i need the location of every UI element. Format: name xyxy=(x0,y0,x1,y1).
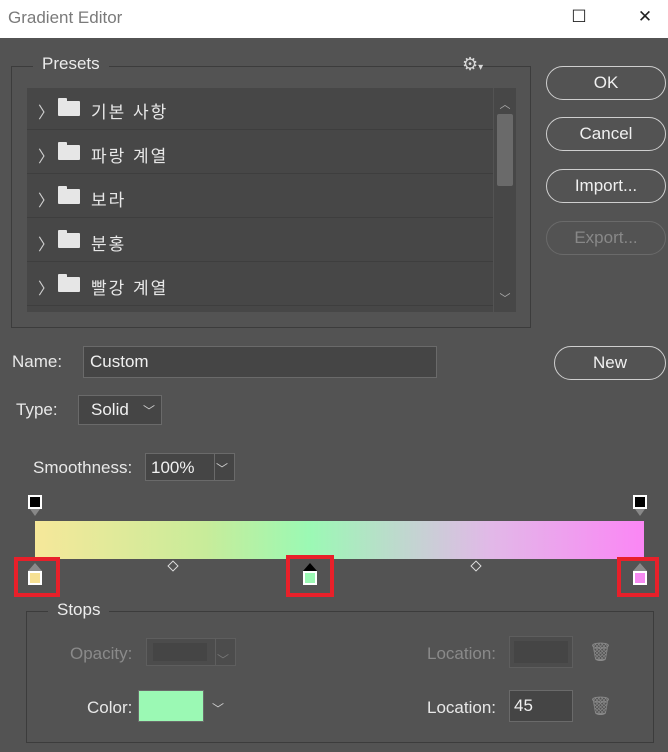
name-field[interactable]: Custom xyxy=(83,346,437,378)
midpoint-diamond[interactable] xyxy=(167,560,179,572)
highlight-box xyxy=(286,555,334,597)
preset-folder-label: 빨강 계열 xyxy=(91,279,169,298)
chevron-right-icon[interactable]: 〉 xyxy=(38,99,54,123)
preset-folder[interactable]: 〉 분홍 xyxy=(27,220,493,262)
restore-button[interactable]: ☐ xyxy=(556,0,602,34)
ok-button[interactable]: OK xyxy=(546,66,666,100)
folder-icon xyxy=(58,274,80,292)
smoothness-label: Smoothness: xyxy=(33,458,133,477)
chevron-down-icon[interactable]: ﹀ xyxy=(217,645,229,675)
chevron-right-icon[interactable]: 〉 xyxy=(38,231,54,255)
preset-folder-label: 파랑 계열 xyxy=(91,147,169,166)
preset-folder[interactable]: 〉 빨강 계열 xyxy=(27,264,493,306)
close-button[interactable]: ✕ xyxy=(622,0,668,34)
presets-label: Presets xyxy=(33,54,109,74)
stops-group xyxy=(26,611,654,743)
opacity-stop-right[interactable] xyxy=(633,495,647,516)
import-button[interactable]: Import... xyxy=(546,169,666,203)
preset-list[interactable]: 〉 기본 사항 〉 파랑 계열 〉 보라 〉 분홍 〉 빨강 계열 xyxy=(27,88,493,312)
preset-folder[interactable]: 〉 파랑 계열 xyxy=(27,132,493,174)
type-value: Solid xyxy=(91,400,129,419)
color-location-label: Location: xyxy=(427,698,496,717)
opacity-label: Opacity: xyxy=(70,644,133,663)
preset-folder[interactable]: 〉 보라 xyxy=(27,176,493,218)
scroll-up-icon[interactable]: ︿ xyxy=(497,96,513,112)
preset-folder-label: 기본 사항 xyxy=(91,103,169,122)
opacity-field[interactable]: ﹀ xyxy=(146,638,236,667)
color-swatch[interactable] xyxy=(138,690,204,722)
gear-icon[interactable]: ⚙▾ xyxy=(462,54,483,75)
color-label: Color: xyxy=(87,698,133,717)
opacity-location-field[interactable] xyxy=(509,636,573,668)
chevron-right-icon[interactable]: 〉 xyxy=(38,275,54,299)
preset-folder[interactable]: 〉 기본 사항 xyxy=(27,88,493,130)
chevron-right-icon[interactable]: 〉 xyxy=(38,187,54,211)
folder-icon xyxy=(58,186,80,204)
highlight-box xyxy=(14,557,60,597)
midpoint-diamond[interactable] xyxy=(470,560,482,572)
folder-icon xyxy=(58,142,80,160)
opacity-stop-left[interactable] xyxy=(28,495,42,516)
gradient-preview-bar[interactable] xyxy=(35,521,644,559)
smoothness-value[interactable]: 100% xyxy=(151,458,194,478)
chevron-right-icon[interactable]: 〉 xyxy=(38,143,54,167)
highlight-box xyxy=(617,557,659,597)
scroll-down-icon[interactable]: ﹀ xyxy=(497,290,513,306)
stops-label: Stops xyxy=(48,600,110,620)
type-dropdown[interactable]: Solid ﹀ xyxy=(78,395,162,425)
folder-icon xyxy=(58,230,80,248)
color-location-field[interactable]: 45 xyxy=(509,690,573,722)
cancel-button[interactable]: Cancel xyxy=(546,117,666,151)
preset-folder-label: 보라 xyxy=(91,191,127,210)
preset-folder-label: 분홍 xyxy=(91,235,127,254)
name-label: Name: xyxy=(12,352,63,371)
chevron-down-icon[interactable]: ﹀ xyxy=(212,700,224,717)
delete-opacity-stop-icon[interactable]: 🗑 xyxy=(589,642,612,663)
delete-color-stop-icon[interactable]: 🗑 xyxy=(589,696,612,717)
chevron-down-icon[interactable]: ﹀ xyxy=(216,460,228,477)
type-label: Type: xyxy=(16,400,58,419)
folder-icon xyxy=(58,98,80,116)
smoothness-field[interactable]: 100% ﹀ xyxy=(145,453,235,481)
window-title: Gradient Editor xyxy=(8,8,123,27)
scroll-thumb[interactable] xyxy=(497,114,513,186)
chevron-down-icon: ﹀ xyxy=(142,404,155,418)
new-button[interactable]: New xyxy=(554,346,666,380)
opacity-location-label: Location: xyxy=(427,644,496,663)
export-button[interactable]: Export... xyxy=(546,221,666,255)
